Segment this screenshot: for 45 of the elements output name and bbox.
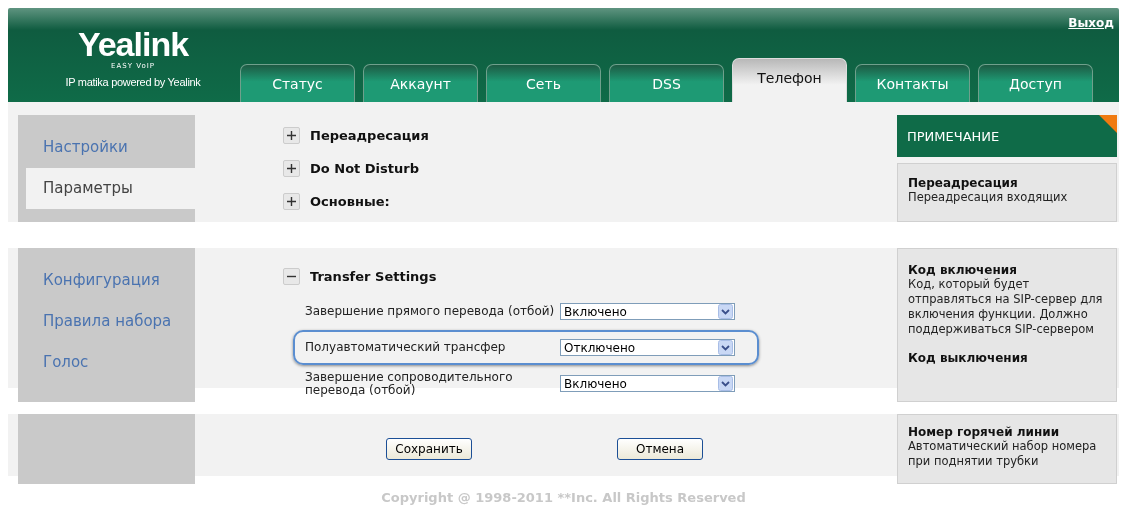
toggle-button[interactable] [283, 193, 300, 210]
sidebar-item[interactable]: Конфигурация [18, 260, 195, 301]
logo-text: Yealink [77, 26, 189, 62]
dropdown-field[interactable]: Включено [560, 375, 735, 392]
sidebar-item[interactable]: Голос [18, 342, 195, 383]
toggle-button[interactable] [283, 160, 300, 177]
nav-tab[interactable]: DSS [609, 64, 724, 102]
note-text: Переадресация входящих [908, 190, 1069, 205]
plus-icon [286, 130, 297, 141]
logout-link[interactable]: Выход [1068, 16, 1114, 30]
nav-tab[interactable]: Сеть [486, 64, 601, 102]
nav-tab[interactable]: Доступ [978, 64, 1093, 102]
form-button[interactable]: Отмена [617, 438, 703, 460]
nav-tab[interactable]: Аккаунт [363, 64, 478, 102]
toggle-button[interactable] [283, 268, 300, 285]
toggle-button[interactable] [283, 127, 300, 144]
corner-fold-icon [1099, 115, 1117, 133]
field-label: Полуавтоматический трансфер [305, 341, 507, 354]
field-label: Завершение сопроводительного перевода (отбой) [305, 370, 514, 397]
note-text: Код, который будет отправляться на SIP-сервер для включения функции. Должно поддерживаться SIP-сервером [908, 277, 1104, 337]
note-title: Переадресация [908, 176, 1019, 190]
caret-icon [718, 376, 733, 391]
brand-subtitle: IP matika powered by Yealink [65, 76, 201, 88]
section-title: Transfer Settings [310, 269, 437, 284]
dropdown-field[interactable]: Отключено [560, 339, 735, 356]
section-title: Основные: [310, 194, 390, 209]
plus-icon [286, 196, 297, 207]
note-title: Код выключения [908, 351, 1029, 365]
note-text: Автоматический набор номера при поднятии трубки [908, 439, 1098, 469]
caret-icon [718, 340, 733, 355]
nav-tab[interactable]: Статус [240, 64, 355, 102]
note-title: Номер горячей линии [908, 425, 1061, 439]
sidebar-item[interactable]: Правила набора [18, 301, 195, 342]
nav-tab[interactable]: Контакты [855, 64, 970, 102]
note-title: Код включения [908, 263, 1018, 277]
notes-title: ПРИМЕЧАНИЕ [907, 128, 1000, 144]
nav-tab[interactable]: Телефон [732, 58, 847, 102]
caret-icon [718, 304, 733, 319]
sidebar-item[interactable]: Настройки [18, 127, 195, 168]
section-title: Переадресация [310, 128, 429, 143]
field-label: Завершение прямого перевода (отбой) [305, 305, 556, 318]
dropdown-field[interactable]: Включено [560, 303, 735, 320]
plus-icon [286, 163, 297, 174]
form-button[interactable]: Сохранить [386, 438, 472, 460]
section-title: Do Not Disturb [310, 161, 419, 176]
